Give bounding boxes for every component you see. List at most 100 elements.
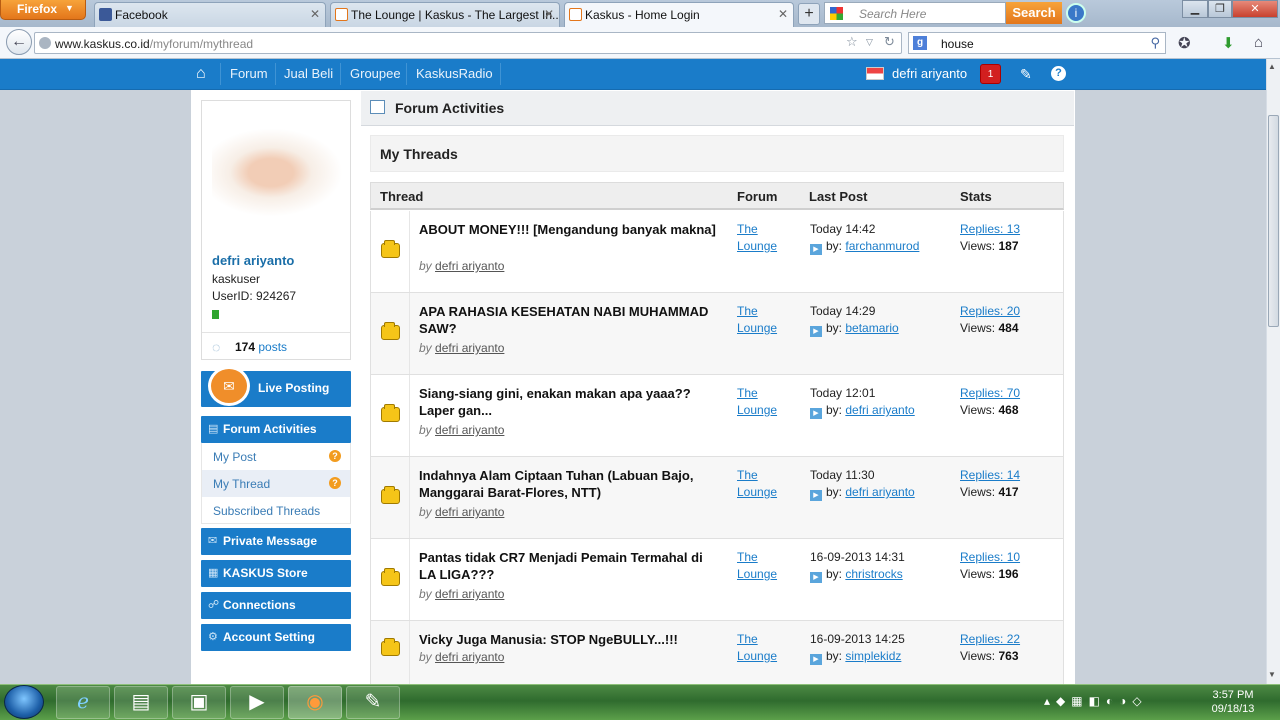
views-count: 468 xyxy=(998,403,1019,417)
history-dropdown-icon[interactable]: ▽ xyxy=(866,37,873,48)
nav-groupee[interactable]: Groupee xyxy=(350,66,401,81)
profile-name[interactable]: defri ariyanto xyxy=(212,253,294,268)
private-message-button[interactable]: ✉ Private Message xyxy=(201,528,351,555)
close-tab-icon[interactable]: ✕ xyxy=(310,7,320,21)
close-tab-icon[interactable]: ✕ xyxy=(544,7,554,21)
author-link[interactable]: defri ariyanto xyxy=(435,505,504,519)
author-link[interactable]: defri ariyanto xyxy=(435,259,504,273)
addon-icon[interactable]: i xyxy=(1066,3,1086,23)
kaskus-home-icon[interactable]: ⌂ xyxy=(196,65,206,83)
posts-link[interactable]: posts xyxy=(258,340,287,354)
profile-posts[interactable]: 174 posts xyxy=(235,340,287,354)
back-button[interactable]: ← xyxy=(6,29,32,55)
by-label: by xyxy=(419,423,432,437)
last-post-user-link[interactable]: betamario xyxy=(845,321,898,335)
profile-avatar[interactable] xyxy=(212,128,343,217)
tab-facebook[interactable]: Facebook ✕ xyxy=(94,2,326,27)
thread-title[interactable]: Siang-siang gini, enakan makan apa yaaa?… xyxy=(419,385,719,419)
bookmarks-menu-icon[interactable]: ✪ xyxy=(1178,34,1191,52)
author-link[interactable]: defri ariyanto xyxy=(435,587,504,601)
tab-kaskus-home[interactable]: Kaskus - Home Login ✕ xyxy=(564,2,794,27)
nav-forum[interactable]: Forum xyxy=(230,66,268,81)
replies-link[interactable]: Replies: 13 xyxy=(960,221,1020,238)
author-link[interactable]: defri ariyanto xyxy=(435,423,504,437)
paint-icon[interactable]: ✎ xyxy=(346,686,400,719)
engine-search-input[interactable]: g house ⚲ xyxy=(908,32,1166,54)
play-icon[interactable]: ▶ xyxy=(810,572,822,583)
magnifier-icon[interactable]: ⚲ xyxy=(1150,35,1160,51)
close-tab-icon[interactable]: ✕ xyxy=(778,7,788,21)
forum-link[interactable]: The Lounge xyxy=(737,385,797,419)
replies-link[interactable]: Replies: 22 xyxy=(960,631,1020,648)
replies-link[interactable]: Replies: 70 xyxy=(960,385,1020,402)
play-icon[interactable]: ▶ xyxy=(810,408,822,419)
internet-explorer-icon[interactable]: ℯ xyxy=(56,686,110,719)
forum-activities-button[interactable]: ▤ Forum Activities xyxy=(201,416,351,443)
taskbar-clock[interactable]: 3:57 PM 09/18/13 xyxy=(1203,688,1263,716)
account-setting-button[interactable]: ⚙ Account Setting xyxy=(201,624,351,651)
scroll-down-icon[interactable]: ▼ xyxy=(1268,670,1276,679)
forum-link[interactable]: The Lounge xyxy=(737,303,797,337)
thread-title[interactable]: Pantas tidak CR7 Menjadi Pemain Termahal… xyxy=(419,549,719,583)
thread-title[interactable]: Indahnya Alam Ciptaan Tuhan (Labuan Bajo… xyxy=(419,467,719,501)
last-post-user-link[interactable]: christrocks xyxy=(845,567,902,581)
store-icon: ▦ xyxy=(208,567,219,579)
connections-button[interactable]: ☍ Connections xyxy=(201,592,351,619)
media-center-icon[interactable]: ▣ xyxy=(172,686,226,719)
sidebar-item-my-post[interactable]: My Post? xyxy=(201,443,351,470)
divider xyxy=(409,293,410,374)
home-icon[interactable]: ⌂ xyxy=(1254,34,1263,51)
last-post-user-link[interactable]: simplekidz xyxy=(845,649,901,663)
help-icon[interactable]: ? xyxy=(1051,66,1066,81)
last-post-user-link[interactable]: farchanmurod xyxy=(845,239,919,253)
thread-title[interactable]: Vicky Juga Manusia: STOP NgeBULLY...!!! xyxy=(419,631,719,648)
thread-stats: Replies: 10 Views: 196 xyxy=(960,549,1020,583)
close-window-button[interactable]: ✕ xyxy=(1232,0,1278,18)
tab-label: Facebook xyxy=(115,8,168,22)
toolbar-search-input[interactable]: Search Here xyxy=(824,2,1006,24)
forum-link[interactable]: The Lounge xyxy=(737,631,797,665)
sidebar-item-subscribed-threads[interactable]: Subscribed Threads xyxy=(201,497,351,524)
thread-title[interactable]: APA RAHASIA KESEHATAN NABI MUHAMMAD SAW? xyxy=(419,303,719,337)
author-link[interactable]: defri ariyanto xyxy=(435,650,504,664)
bookmark-star-icon[interactable]: ☆ xyxy=(846,34,858,50)
author-link[interactable]: defri ariyanto xyxy=(435,341,504,355)
forum-link[interactable]: The Lounge xyxy=(737,549,797,583)
my-threads-box xyxy=(370,135,1064,172)
media-player-icon[interactable]: ▶ xyxy=(230,686,284,719)
system-tray-icons[interactable]: ▴◆▦◧◐◑◇ xyxy=(1044,694,1148,708)
address-bar[interactable]: www.kaskus.co.id/myforum/mythread xyxy=(34,32,902,54)
reload-icon[interactable]: ↻ xyxy=(884,34,895,50)
nav-jual-beli[interactable]: Jual Beli xyxy=(284,66,333,81)
play-icon[interactable]: ▶ xyxy=(810,654,822,665)
thread-title[interactable]: ABOUT MONEY!!! [Mengandung banyak makna] xyxy=(419,221,719,238)
toolbar-search-button[interactable]: Search xyxy=(1006,2,1062,24)
scroll-up-icon[interactable]: ▲ xyxy=(1268,62,1276,71)
pencil-icon[interactable]: ✎ xyxy=(1020,66,1032,83)
nav-kaskusradio[interactable]: KaskusRadio xyxy=(416,66,493,81)
firefox-menu-button[interactable]: Firefox ▼ xyxy=(0,0,86,20)
kaskus-store-button[interactable]: ▦ KASKUS Store xyxy=(201,560,351,587)
minimize-button[interactable]: ▁ xyxy=(1182,0,1208,18)
firefox-taskbar-icon[interactable]: ◉ xyxy=(288,686,342,719)
last-post-user-link[interactable]: defri ariyanto xyxy=(845,403,914,417)
file-explorer-icon[interactable]: ▤ xyxy=(114,686,168,719)
scrollbar-thumb[interactable] xyxy=(1268,115,1279,327)
sidebar-item-my-thread[interactable]: My Thread? xyxy=(201,470,351,497)
start-button[interactable] xyxy=(4,685,44,719)
notification-badge[interactable]: 1 xyxy=(980,64,1001,84)
new-tab-button[interactable]: + xyxy=(798,3,820,25)
last-post-user-link[interactable]: defri ariyanto xyxy=(845,485,914,499)
replies-link[interactable]: Replies: 20 xyxy=(960,303,1020,320)
play-icon[interactable]: ▶ xyxy=(810,244,822,255)
header-username[interactable]: defri ariyanto xyxy=(892,66,967,81)
tab-the-lounge[interactable]: The Lounge | Kaskus - The Largest In... … xyxy=(330,2,560,27)
forum-link[interactable]: The Lounge xyxy=(737,221,797,255)
replies-link[interactable]: Replies: 14 xyxy=(960,467,1020,484)
replies-link[interactable]: Replies: 10 xyxy=(960,549,1020,566)
maximize-button[interactable]: ❐ xyxy=(1208,0,1232,18)
play-icon[interactable]: ▶ xyxy=(810,490,822,501)
downloads-icon[interactable]: ⬇ xyxy=(1222,34,1235,52)
play-icon[interactable]: ▶ xyxy=(810,326,822,337)
forum-link[interactable]: The Lounge xyxy=(737,467,797,501)
